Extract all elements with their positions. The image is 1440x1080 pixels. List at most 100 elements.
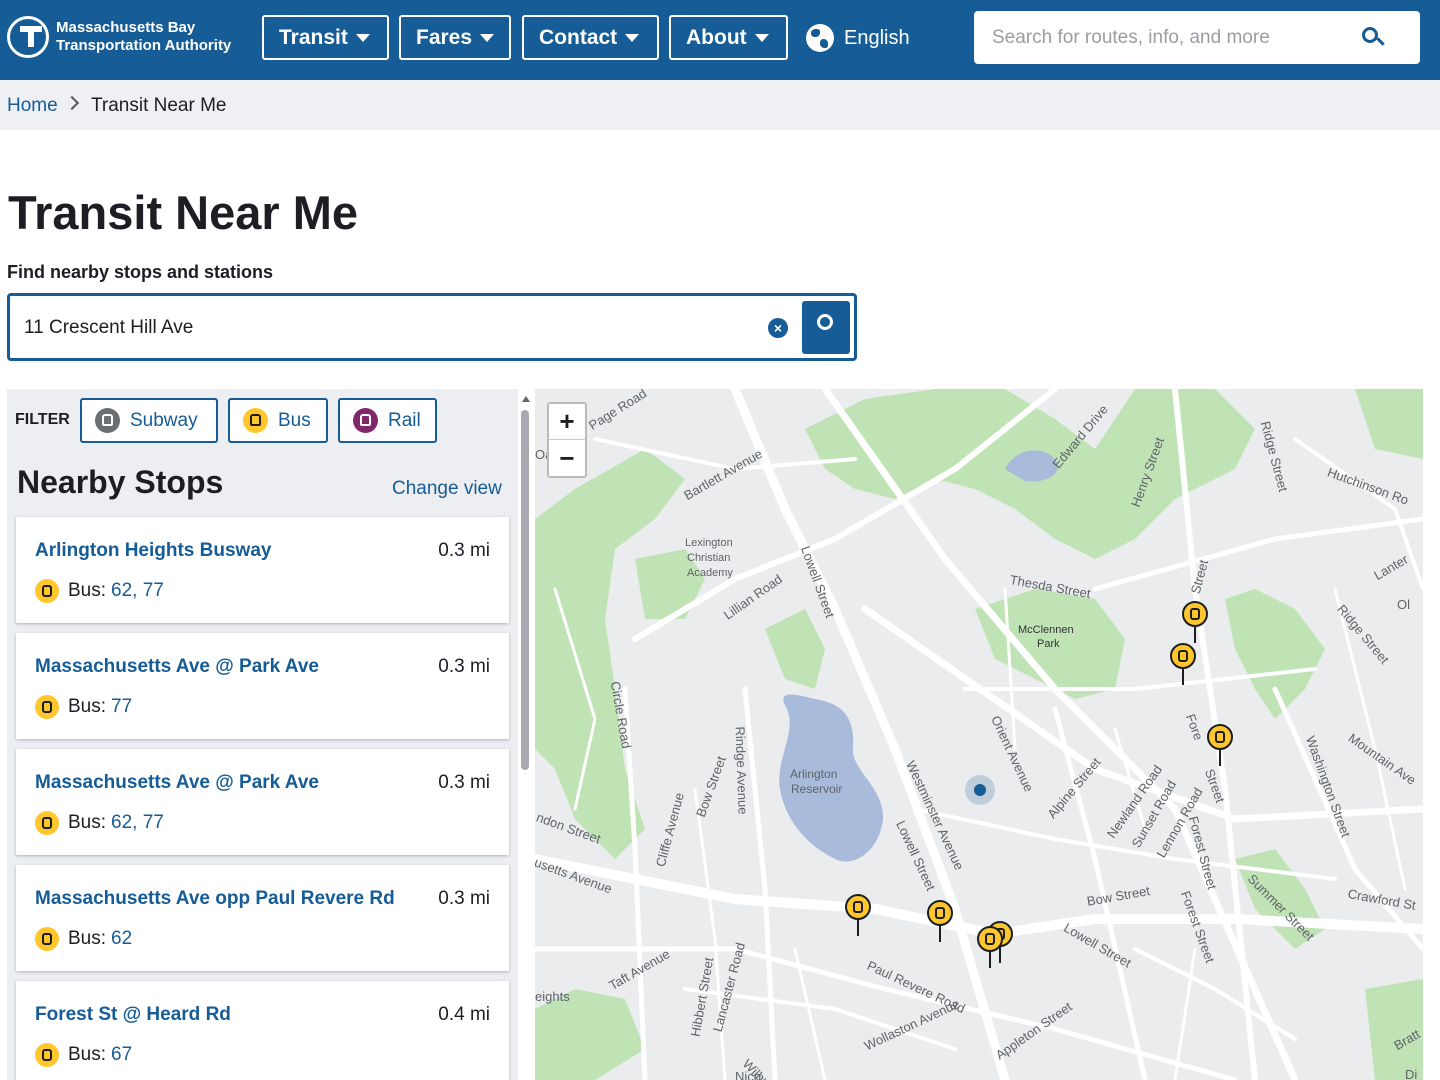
zoom-out-button[interactable]: − [549,441,585,477]
bus-icon [1182,601,1208,627]
mbta-logo-icon[interactable] [7,16,49,58]
bus-stop-marker[interactable] [1170,643,1196,687]
stop-name[interactable]: Massachusetts Ave @ Park Ave [35,772,319,794]
bus-icon [35,927,59,951]
bus-icon [35,811,59,835]
bus-icon [1207,724,1233,750]
map[interactable]: Page Road Bartlett Avenue Edward Drive H… [535,389,1423,1080]
route-numbers[interactable]: 62, 77 [111,580,164,602]
filter-subway-label: Subway [130,409,198,431]
map-label: Reservoir [791,782,843,796]
stop-routes: Bus: 77 [35,695,132,719]
brand-name[interactable]: Massachusetts Bay Transportation Authori… [56,19,231,55]
chevron-down-icon [355,33,370,42]
search-icon [817,314,833,330]
current-location-marker [965,775,995,805]
route-numbers[interactable]: 62 [111,928,132,950]
stop-distance: 0.3 mi [438,656,490,677]
search-icon[interactable] [1362,27,1378,43]
stop-name[interactable]: Forest St @ Heard Rd [35,1004,231,1026]
results-panel: FILTER Subway Bus Rail Nearby Stops Chan… [7,389,518,1080]
route-mode-label: Bus: [68,1044,107,1065]
stop-routes: Bus: 62 [35,927,132,951]
breadcrumb: Home Transit Near Me [0,80,1440,130]
globe-icon [806,24,834,52]
chevron-right-icon [64,95,80,111]
site-header: Massachusetts Bay Transportation Authori… [0,0,1440,80]
route-mode-label: Bus: [68,580,107,601]
filter-label: FILTER [15,411,70,428]
stop-card[interactable]: Massachusetts Ave @ Park Ave 0.3 mi Bus:… [16,749,509,855]
bus-icon [927,900,953,926]
stop-name[interactable]: Arlington Heights Busway [35,540,271,562]
stop-name[interactable]: Massachusetts Ave @ Park Ave [35,656,319,678]
route-mode-label: Bus: [68,928,107,949]
subway-icon [95,408,120,433]
address-input[interactable] [24,315,744,341]
chevron-down-icon [625,33,640,42]
map-label: Nico [735,1069,762,1080]
address-search-button[interactable] [802,301,850,354]
nav-fares[interactable]: Fares [399,15,511,60]
breadcrumb-current: Transit Near Me [91,95,227,116]
bus-icon [35,579,59,603]
rail-icon [353,408,378,433]
bus-stop-marker[interactable] [1207,724,1233,768]
brand-line1: Massachusetts Bay [56,19,196,36]
filter-bus-label: Bus [278,409,311,431]
chevron-down-icon [754,33,769,42]
map-label: Di [1405,1067,1418,1080]
language-label: English [844,26,910,49]
map-label: Ol [1397,597,1410,612]
bus-icon [35,695,59,719]
stop-routes: Bus: 67 [35,1043,132,1067]
bus-stop-marker[interactable] [1182,601,1208,645]
filter-bus-button[interactable]: Bus [228,398,328,443]
site-search [974,11,1420,64]
change-view-link[interactable]: Change view [392,478,502,500]
nav-about[interactable]: About [669,15,788,60]
bus-icon [1170,643,1196,669]
bus-stop-marker[interactable] [845,894,871,938]
stop-card[interactable]: Massachusetts Ave @ Park Ave 0.3 mi Bus:… [16,633,509,739]
stop-card[interactable]: Arlington Heights Busway 0.3 mi Bus: 62,… [16,517,509,623]
scroll-up-arrow-icon[interactable] [522,396,530,402]
map-label: Christian [687,552,731,564]
zoom-in-button[interactable]: + [549,404,585,440]
route-numbers[interactable]: 62, 77 [111,812,164,834]
map-label: Academy [687,567,733,579]
zoom-control: + − [547,402,587,478]
bus-icon [35,1043,59,1067]
bus-stop-marker[interactable] [977,926,1003,970]
filter-rail-button[interactable]: Rail [338,398,437,443]
map-label: Arlington [790,767,838,781]
stop-card[interactable]: Massachusetts Ave opp Paul Revere Rd 0.3… [16,865,509,971]
nav-transit[interactable]: Transit [262,15,389,60]
breadcrumb-home-link[interactable]: Home [7,95,58,117]
nav-fares-label: Fares [416,25,473,49]
map-label: Rindge Avenue [732,726,751,815]
nav-contact[interactable]: Contact [522,15,659,60]
bus-stop-marker[interactable] [927,900,953,944]
stop-routes: Bus: 62, 77 [35,811,164,835]
clear-icon[interactable]: × [768,318,788,338]
route-numbers[interactable]: 77 [111,696,132,718]
language-selector[interactable]: English [806,22,910,54]
route-numbers[interactable]: 67 [111,1044,132,1066]
chevron-down-icon [480,33,495,42]
results-scrollbar[interactable] [521,410,529,770]
map-label: Park [1037,638,1060,650]
stop-card[interactable]: Forest St @ Heard Rd 0.4 mi Bus: 67 [16,981,509,1080]
find-label: Find nearby stops and stations [7,262,274,282]
site-search-input[interactable] [992,25,1372,51]
stop-name[interactable]: Massachusetts Ave opp Paul Revere Rd [35,888,395,910]
bus-icon [977,926,1003,952]
filter-subway-button[interactable]: Subway [80,398,218,443]
stop-routes: Bus: 62, 77 [35,579,164,603]
map-label: Lexington [685,537,733,549]
stop-distance: 0.3 mi [438,888,490,909]
nav-transit-label: Transit [279,25,348,49]
address-search: × [7,293,857,361]
nearby-stops-title: Nearby Stops [17,464,224,500]
route-mode-label: Bus: [68,696,107,717]
